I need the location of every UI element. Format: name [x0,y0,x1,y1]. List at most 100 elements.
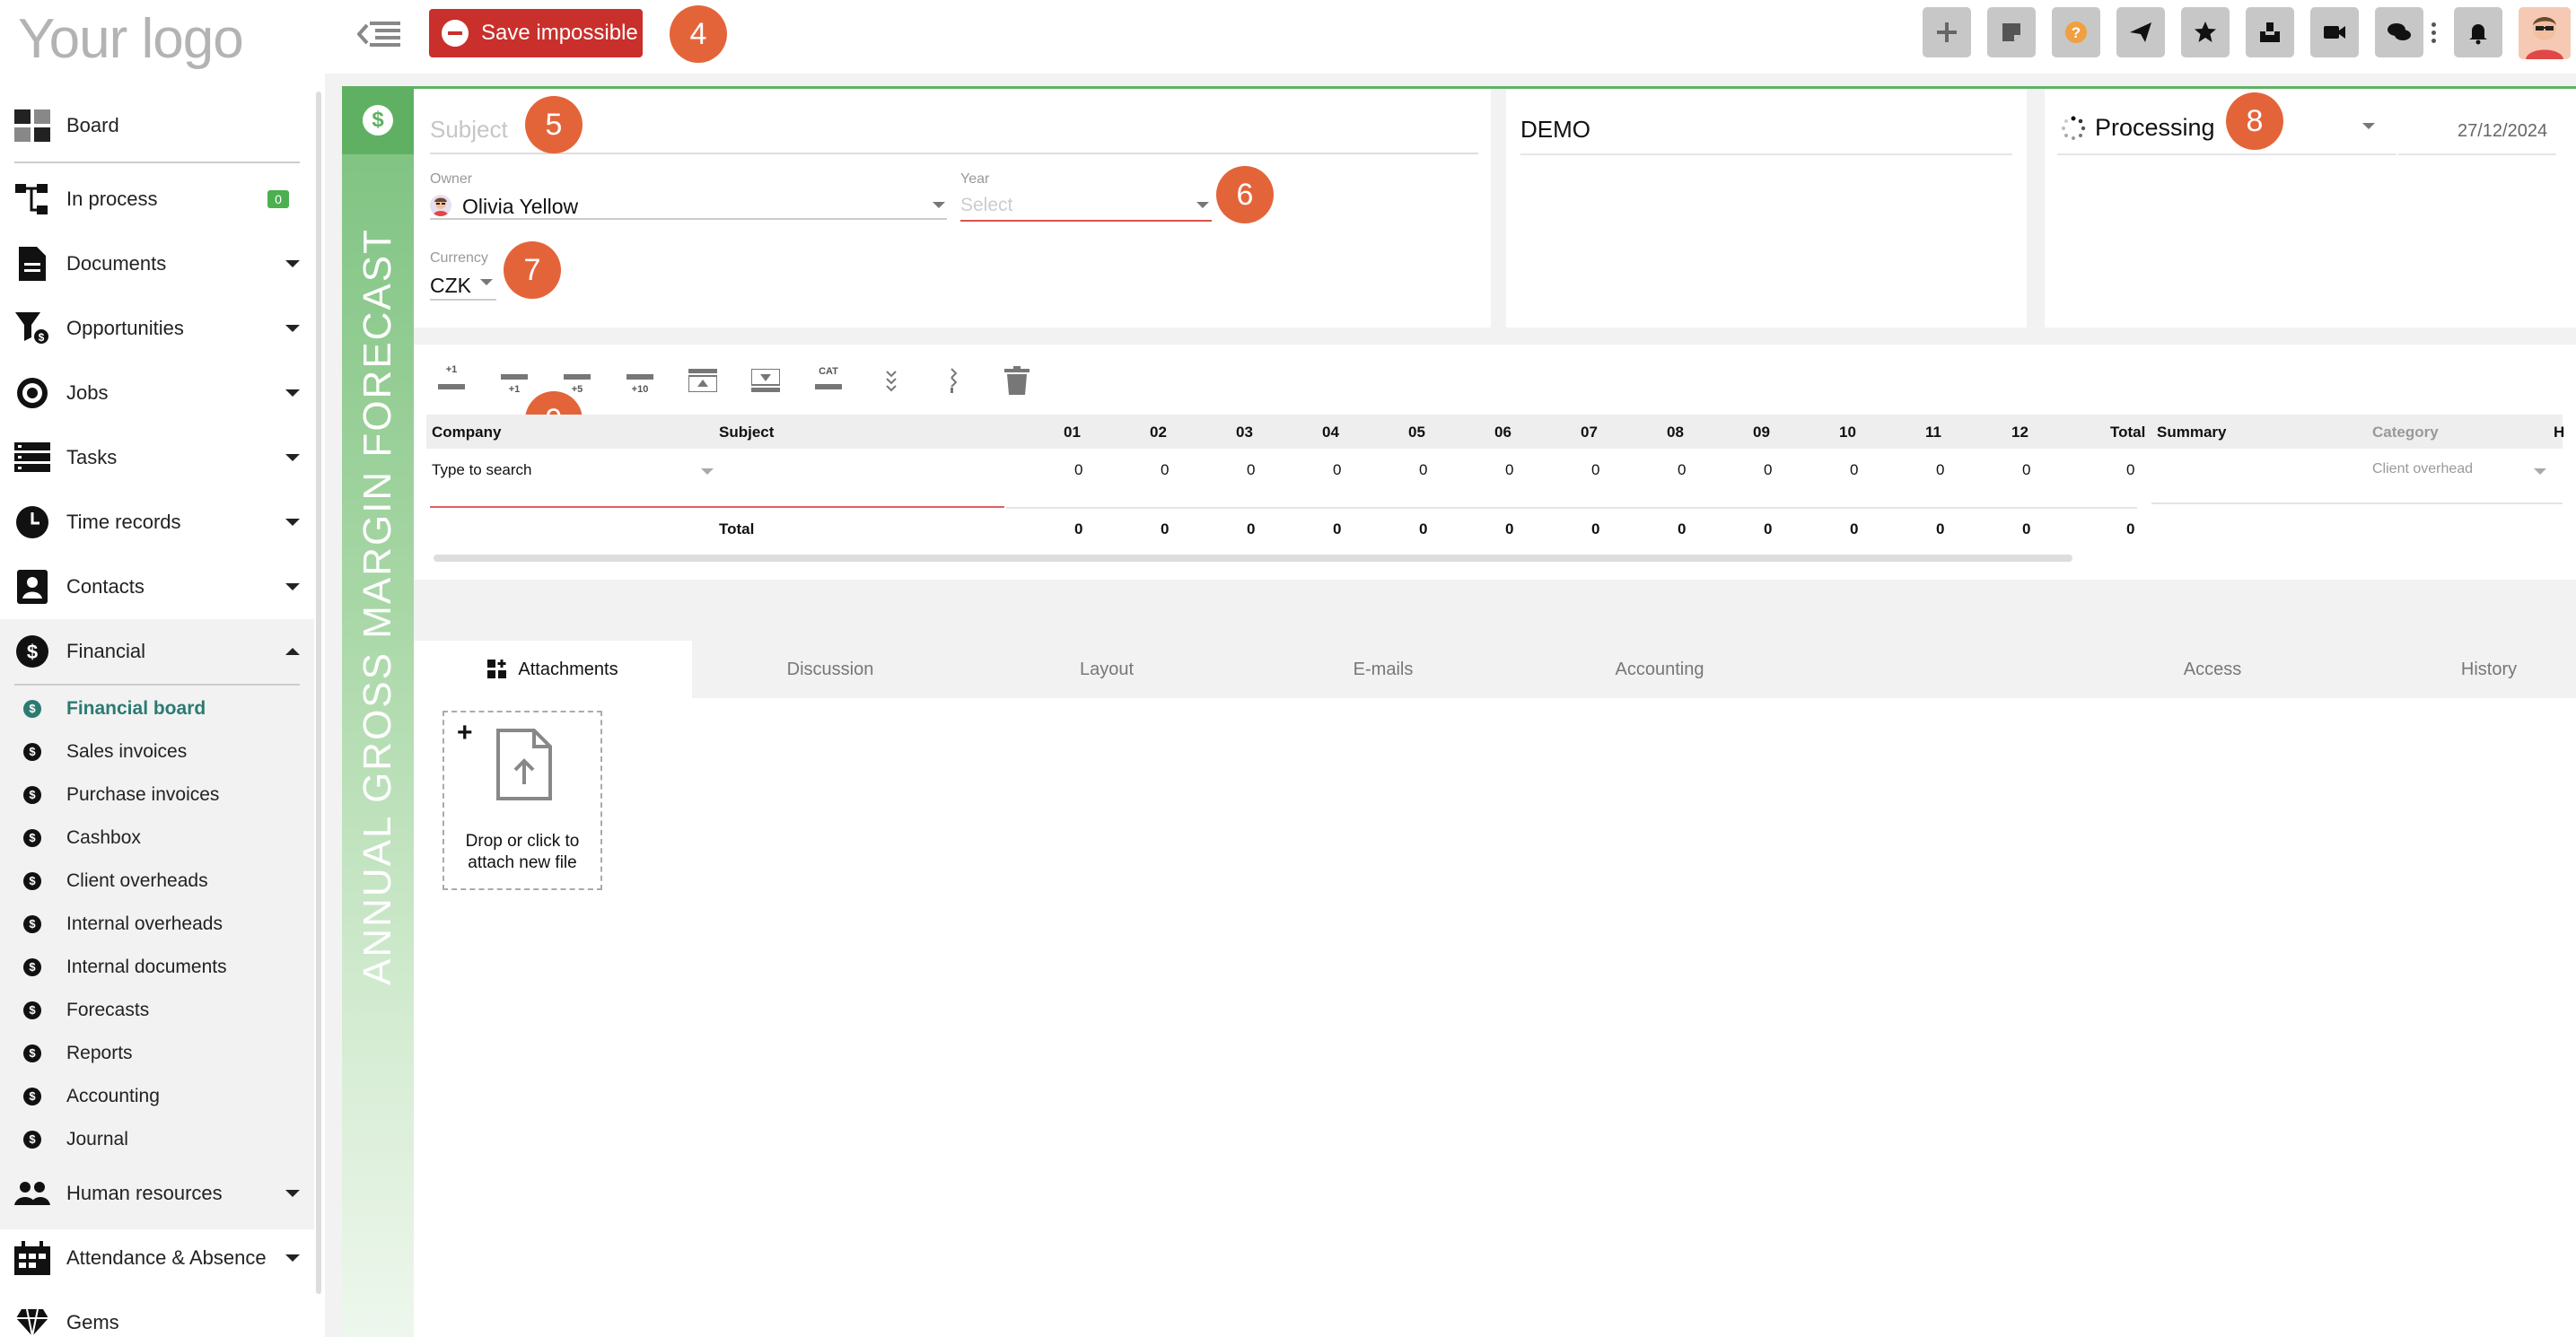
submenu-item-cashbox[interactable]: $ Cashbox [0,817,314,860]
month-cell[interactable]: 0 [2022,461,2030,479]
sidebar-item-jobs[interactable]: Jobs [0,361,314,425]
submenu-item-internal-documents[interactable]: $ Internal documents [0,946,314,989]
add-icon[interactable] [1923,7,1971,57]
month-cell[interactable]: 0 [1247,461,1255,479]
tab-emails[interactable]: E-mails [1245,641,1521,698]
month-cell[interactable]: 0 [1419,461,1427,479]
sidebar-item-board[interactable]: Board [0,93,314,158]
sidebar-item-human-resources[interactable]: Human resources [0,1161,314,1226]
month-cell[interactable]: 0 [1333,461,1341,479]
sidebar-item-opportunities[interactable]: $ Opportunities [0,296,314,361]
add-row-below-icon[interactable]: +1 [498,364,530,397]
send-icon[interactable] [2116,7,2165,57]
tab-label: Accounting [1615,659,1704,679]
owner-select[interactable]: Olivia Yellow [462,195,578,219]
chevron-down-icon[interactable] [480,279,493,285]
spinner-icon [2062,116,2086,140]
month-cell[interactable]: 0 [1936,461,1944,479]
submenu-item-client-overheads[interactable]: $ Client overheads [0,860,314,903]
month-cell[interactable]: 0 [1505,461,1513,479]
submenu-item-purchase-invoices[interactable]: $ Purchase invoices [0,773,314,817]
grid-scrollbar[interactable] [434,555,2072,562]
chevron-down-icon[interactable] [1196,202,1209,208]
year-select[interactable]: Select [960,195,1012,216]
sticky-note-icon[interactable] [1987,7,2036,57]
sidebar-item-contacts[interactable]: Contacts [0,555,314,619]
menu-toggle-icon[interactable] [356,20,402,48]
currency-select[interactable]: CZK [430,274,471,298]
add-row-above-icon[interactable]: +1 [435,364,468,397]
trash-icon[interactable] [1001,364,1033,397]
chat-icon[interactable] [2375,7,2423,57]
expand-rows-icon[interactable] [875,364,907,397]
submenu-label: Cashbox [66,827,141,848]
help-icon[interactable]: ? [2052,7,2100,57]
submenu-item-journal[interactable]: $ Journal [0,1118,314,1161]
total-cell: 0 [1936,520,1945,537]
month-cell[interactable]: 0 [1074,461,1082,479]
submenu-item-reports[interactable]: $ Reports [0,1032,314,1075]
submenu-item-internal-overheads[interactable]: $ Internal overheads [0,903,314,946]
status-select[interactable]: Processing [2095,114,2215,142]
sidebar-scrollbar[interactable] [316,92,321,1294]
tab-history[interactable]: History [2351,641,2576,698]
chevron-down-icon[interactable] [2362,123,2375,129]
add-ten-rows-icon[interactable]: +10 [624,364,656,397]
submenu-item-financial-board[interactable]: $ Financial board [0,687,314,730]
chevron-down-icon[interactable] [933,202,945,208]
month-cell[interactable]: 0 [1161,461,1169,479]
tab-accounting[interactable]: Accounting [1521,641,1798,698]
insert-above-icon[interactable] [687,364,719,397]
dollar-icon: $ [23,1088,41,1105]
sidebar-item-in-process[interactable]: In process 0 [0,167,314,232]
count-badge: 0 [267,190,289,208]
workflow-icon [14,181,50,217]
insert-below-icon[interactable] [749,364,782,397]
expand-columns-icon[interactable] [938,364,970,397]
column-header: 03 [1236,424,1253,441]
inbox-icon[interactable] [2246,7,2294,57]
sidebar-item-attendance[interactable]: Attendance & Absence [0,1226,314,1290]
chevron-down-icon[interactable] [2534,468,2546,475]
total-cell: 0 [1505,520,1514,537]
tab-label: E-mails [1353,659,1414,679]
tab-label: History [2460,659,2518,679]
month-cell[interactable]: 0 [1850,461,1858,479]
tab-attachments[interactable]: Attachments [414,641,692,698]
add-five-rows-icon[interactable]: +5 [561,364,593,397]
category-icon[interactable]: CAT [812,364,845,397]
save-button-label: Save impossible [481,21,638,45]
subject-input[interactable]: Subject [430,116,1478,154]
submenu-item-forecasts[interactable]: $ Forecasts [0,989,314,1032]
tab-access[interactable]: Access [2074,641,2351,698]
tab-discussion[interactable]: Discussion [692,641,968,698]
sidebar-item-tasks[interactable]: Tasks [0,425,314,490]
chevron-down-icon [285,389,300,397]
video-icon[interactable] [2310,7,2359,57]
project-name[interactable]: DEMO [1520,116,1590,144]
sidebar-item-documents[interactable]: Documents [0,232,314,296]
save-button[interactable]: Save impossible [429,9,643,57]
sidebar-item-time-records[interactable]: Time records [0,490,314,555]
file-dropzone[interactable]: + Drop or click to attach new file [442,711,602,890]
submenu-item-sales-invoices[interactable]: $ Sales invoices [0,730,314,773]
star-icon[interactable] [2181,7,2230,57]
bell-icon[interactable] [2454,7,2502,57]
company-search-input[interactable]: Type to search [432,461,532,479]
month-cell[interactable]: 0 [1591,461,1599,479]
submenu-item-accounting[interactable]: $ Accounting [0,1075,314,1118]
chevron-down-icon[interactable] [701,468,714,475]
sidebar-item-gems[interactable]: Gems [0,1290,314,1337]
sidebar-item-financial[interactable]: $ Financial [0,619,314,684]
tab-label: Access [2183,659,2242,679]
tab-layout[interactable]: Layout [968,641,1245,698]
date-field[interactable]: 27/12/2024 [2458,121,2547,142]
category-select[interactable]: Client overhead [2372,461,2473,477]
callout-badge-8: 8 [2226,92,2283,150]
month-cell[interactable]: 0 [1764,461,1772,479]
month-cell[interactable]: 0 [1678,461,1686,479]
submenu-label: Financial board [66,698,206,719]
total-cell: 0 [1850,520,1859,537]
user-avatar[interactable] [2519,7,2571,59]
more-icon[interactable] [2429,7,2438,57]
